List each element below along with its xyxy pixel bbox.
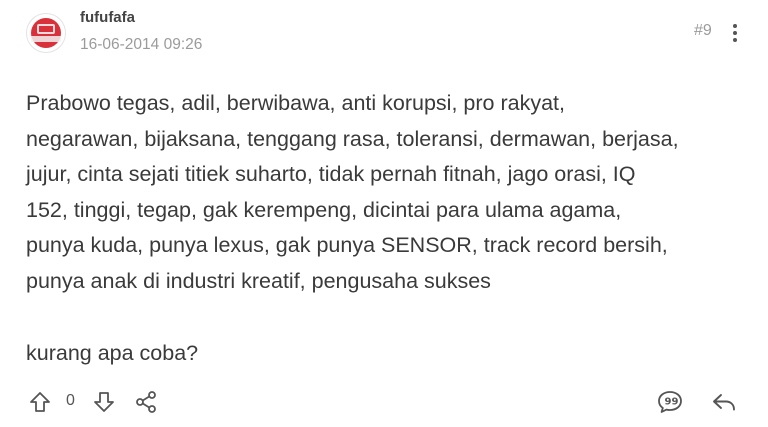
- post-body: Prabowo tegas, adil, berwibawa, anti kor…: [26, 86, 746, 299]
- upvote-button[interactable]: [28, 390, 52, 414]
- downvote-button[interactable]: [92, 390, 116, 414]
- svg-text:99: 99: [665, 397, 679, 408]
- reply-icon: [713, 394, 735, 411]
- avatar[interactable]: [26, 13, 66, 53]
- reply-button[interactable]: [711, 390, 737, 414]
- post-body-line: Prabowo tegas, adil, berwibawa, anti kor…: [26, 91, 565, 115]
- more-options-button[interactable]: [726, 20, 744, 44]
- post-timestamp: 16-06-2014 09:26: [80, 36, 203, 53]
- post-body-line: 152, tinggi, tegap, gak kerempeng, dicin…: [26, 197, 622, 222]
- post-card: fufufafa 16-06-2014 09:26 #9 Prabowo teg…: [0, 0, 768, 427]
- avatar-mark: [37, 24, 55, 34]
- arrow-up-icon: [30, 392, 50, 412]
- post-body-line: punya kuda, punya lexus, gak punya SENSO…: [26, 233, 668, 257]
- username[interactable]: fufufafa: [80, 9, 135, 26]
- share-button[interactable]: [134, 390, 158, 414]
- post-body-line: punya anak di industri kreatif, pengusah…: [26, 268, 491, 293]
- share-icon: [136, 391, 156, 413]
- more-vertical-icon: [733, 24, 737, 28]
- avatar-band: [31, 36, 61, 42]
- post-number[interactable]: #9: [694, 22, 712, 40]
- post-closing-line: kurang apa coba?: [26, 341, 199, 365]
- quote-icon: 99: [658, 391, 682, 413]
- quote-button[interactable]: 99: [657, 390, 683, 414]
- vote-count: 0: [66, 392, 75, 409]
- more-vertical-icon-dot: [733, 38, 737, 42]
- more-vertical-icon-dot: [733, 31, 737, 35]
- arrow-down-icon: [94, 392, 114, 412]
- post-body-line: negarawan, bijaksana, tenggang rasa, tol…: [26, 126, 679, 151]
- post-body-line: jujur, cinta sejati titiek suharto, tida…: [26, 162, 636, 186]
